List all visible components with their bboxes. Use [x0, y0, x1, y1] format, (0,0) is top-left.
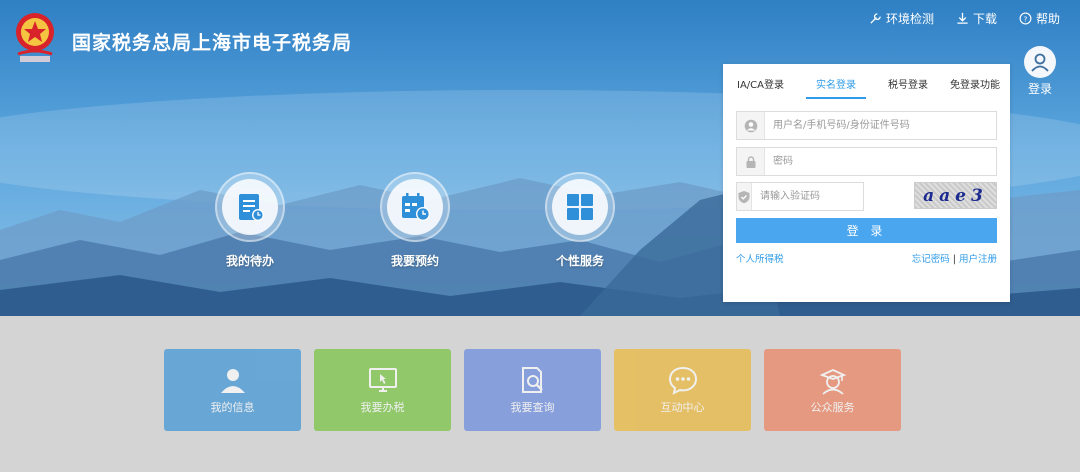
captcha-image[interactable]: aae3 — [914, 182, 997, 209]
tile-label: 我要办税 — [360, 401, 405, 414]
service-appointment[interactable]: 我要预约 — [370, 172, 460, 269]
person-icon — [220, 369, 245, 393]
tab-no-login-features[interactable]: 免登录功能 — [950, 76, 1000, 99]
wrench-icon — [870, 13, 881, 24]
tile-tax-handling[interactable]: 我要办税 — [314, 349, 451, 431]
todo-icon — [239, 194, 264, 221]
password-input[interactable] — [765, 148, 996, 175]
service-personalized[interactable]: 个性服务 — [535, 172, 625, 269]
tax-emblem-logo — [16, 13, 54, 62]
captcha-input[interactable] — [752, 183, 885, 210]
help-link[interactable]: ? 帮助 — [1019, 10, 1060, 27]
help-label: 帮助 — [1035, 12, 1060, 26]
username-field-wrapper — [736, 111, 997, 140]
help-icon: ? — [1019, 12, 1032, 25]
service-my-todo[interactable]: 我的待办 — [205, 172, 295, 269]
grid-icon — [567, 194, 593, 220]
download-icon — [957, 12, 968, 24]
tile-label: 公众服务 — [810, 401, 855, 414]
tile-public-service[interactable]: 公众服务 — [764, 349, 901, 431]
user-avatar[interactable] — [1024, 46, 1056, 78]
service-label: 我的待办 — [225, 254, 274, 268]
shield-icon — [737, 183, 752, 210]
tab-ca-login[interactable]: IA/CA登录 — [737, 76, 784, 99]
service-label: 我要预约 — [390, 254, 439, 268]
user-login-label[interactable]: 登录 — [1028, 80, 1052, 97]
tile-my-info[interactable]: 我的信息 — [164, 349, 301, 431]
chat-icon — [668, 366, 697, 395]
register-link[interactable]: 用户注册 — [959, 254, 997, 265]
login-links: 个人所得税 忘记密码 | 用户注册 — [736, 251, 997, 265]
tile-label: 我要查询 — [510, 401, 555, 414]
forgot-password-link[interactable]: 忘记密码 — [912, 254, 950, 265]
link-separator: | — [952, 254, 956, 265]
tile-label: 我的信息 — [210, 401, 255, 414]
login-tabs: IA/CA登录 实名登录 税号登录 免登录功能 — [737, 76, 1000, 99]
monitor-icon — [368, 368, 397, 392]
env-check-label: 环境检测 — [885, 12, 934, 26]
service-icon — [819, 369, 846, 395]
download-link[interactable]: 下载 — [956, 10, 997, 27]
calendar-icon — [402, 193, 430, 221]
service-label: 个性服务 — [555, 254, 604, 268]
username-input[interactable] — [765, 112, 996, 139]
tile-interaction[interactable]: 互动中心 — [614, 349, 751, 431]
top-links: 环境检测 下载 ? 帮助 — [869, 10, 1060, 27]
personal-tax-link[interactable]: 个人所得税 — [736, 251, 784, 265]
search-doc-icon — [521, 367, 543, 393]
login-button[interactable]: 登 录 — [736, 218, 997, 243]
captcha-field-wrapper — [736, 182, 885, 211]
user-circle-icon — [737, 112, 765, 139]
download-label: 下载 — [972, 12, 997, 26]
tile-label: 互动中心 — [660, 401, 705, 414]
tab-realname-login[interactable]: 实名登录 — [805, 76, 866, 99]
tile-query[interactable]: 我要查询 — [464, 349, 601, 431]
svg-text:?: ? — [1024, 14, 1028, 23]
tab-taxid-login[interactable]: 税号登录 — [888, 76, 928, 99]
login-panel: IA/CA登录 实名登录 税号登录 免登录功能 aae3 登 录 个人所得税 忘… — [723, 64, 1010, 302]
password-field-wrapper — [736, 147, 997, 176]
user-icon — [1031, 53, 1049, 72]
site-title: 国家税务总局上海市电子税务局 — [72, 32, 353, 54]
lock-icon — [737, 148, 765, 175]
account-links: 忘记密码 | 用户注册 — [912, 251, 997, 265]
captcha-text: aae3 — [923, 185, 988, 206]
env-check-link[interactable]: 环境检测 — [869, 10, 934, 27]
